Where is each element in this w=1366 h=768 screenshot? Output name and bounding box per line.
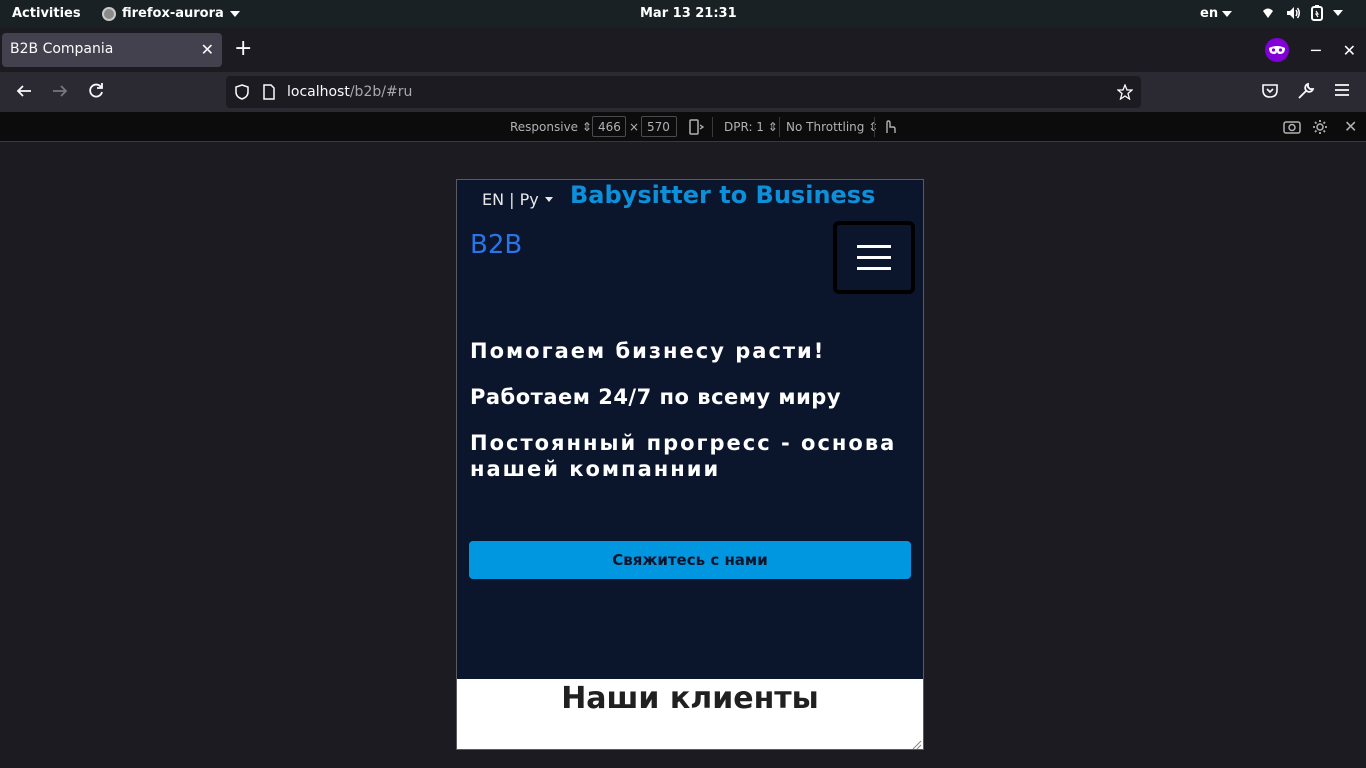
close-icon[interactable]: ✕ (201, 40, 214, 59)
wrench-icon[interactable] (1297, 82, 1315, 100)
hero-tagline: Постоянный прогресс - основа нашей компа… (470, 431, 897, 481)
url-host: localhost (287, 84, 350, 100)
contact-us-button[interactable]: Свяжитесь с нами (469, 541, 911, 579)
viewport-height-input[interactable]: 570 (641, 116, 677, 137)
menu-icon[interactable] (1334, 82, 1350, 98)
language-switch[interactable]: EN | Ру (482, 190, 553, 209)
activities-button[interactable]: Activities (12, 6, 81, 21)
tab-b2b-compania[interactable]: B2B Compania ✕ (2, 33, 222, 67)
window-controls: ─ ✕ (1264, 38, 1356, 62)
hamburger-bar (857, 245, 891, 248)
chevron-down-icon (1333, 10, 1343, 16)
keyboard-layout-menu[interactable]: en (1200, 6, 1233, 21)
hamburger-bar (857, 256, 891, 259)
hamburger-bar (857, 267, 891, 270)
private-browsing-icon (1264, 38, 1289, 62)
throttling-selector[interactable]: No Throttling ⇕ (786, 120, 878, 134)
close-window-icon[interactable]: ✕ (1343, 41, 1356, 60)
chevron-down-icon (229, 10, 240, 17)
dimension-separator: × (629, 120, 640, 134)
language-switch-label: EN | Ру (482, 190, 539, 209)
responsive-design-toolbar: Responsive ⇕ 466 × 570 DPR: 1 ⇕ No Throt… (0, 112, 1366, 142)
bookmark-star-icon[interactable] (1117, 84, 1133, 100)
hero-subheadline: Работаем 24/7 по всему миру (470, 385, 842, 409)
clients-title: Наши клиенты (561, 681, 819, 716)
keyboard-layout-label: en (1200, 6, 1219, 21)
tab-strip: B2B Compania ✕ + ─ ✕ (0, 28, 1366, 72)
screenshot-icon[interactable] (1283, 119, 1301, 135)
rotate-viewport-icon[interactable] (688, 119, 704, 135)
shield-icon[interactable] (234, 84, 250, 100)
resize-handle-icon[interactable] (912, 740, 922, 750)
forward-icon[interactable] (51, 82, 69, 100)
device-viewport: EN | Ру Babysitter to Business B2B Помог… (456, 179, 924, 750)
chevron-down-icon (1222, 10, 1233, 17)
minimize-icon[interactable]: ─ (1311, 41, 1321, 60)
url-bar[interactable]: localhost/b2b/#ru (226, 76, 1141, 108)
clients-section: Наши клиенты (457, 679, 923, 750)
settings-gear-icon[interactable] (1312, 119, 1328, 135)
device-label: Responsive (510, 120, 579, 134)
dpr-selector[interactable]: DPR: 1 ⇕ (724, 120, 778, 134)
clock[interactable]: Mar 13 21:31 (640, 6, 737, 21)
system-tray[interactable] (1260, 5, 1343, 21)
wifi-icon (1263, 8, 1273, 18)
device-selector[interactable]: Responsive ⇕ (510, 120, 592, 134)
brand-logo-link[interactable]: B2B (470, 230, 522, 260)
dpr-label: DPR: 1 (724, 120, 764, 134)
volume-icon (1287, 7, 1300, 19)
battery-icon (1311, 5, 1323, 21)
nav-toggle-button[interactable] (833, 221, 915, 294)
page-icon[interactable] (262, 84, 276, 100)
back-icon[interactable] (15, 82, 33, 100)
close-rdm-icon[interactable]: ✕ (1344, 117, 1357, 136)
throttling-label: No Throttling (786, 120, 865, 134)
touch-simulation-icon[interactable] (881, 119, 897, 135)
navigation-toolbar: localhost/b2b/#ru (0, 72, 1366, 112)
separator (874, 117, 875, 137)
url-path: /b2b/#ru (349, 84, 413, 100)
viewport-width-input[interactable]: 466 (592, 116, 626, 137)
site-title: Babysitter to Business (570, 181, 876, 209)
separator (779, 117, 780, 137)
firefox-icon (102, 6, 116, 21)
hero-headline: Помогаем бизнесу расти! (470, 339, 826, 363)
separator (712, 117, 713, 137)
tab-title: B2B Compania (10, 41, 114, 57)
system-top-bar: Activities firefox-aurora Mar 13 21:31 e… (0, 0, 1366, 28)
url-text[interactable]: localhost/b2b/#ru (287, 84, 412, 100)
app-name: firefox-aurora (122, 6, 224, 21)
pocket-icon[interactable] (1261, 82, 1279, 100)
new-tab-button[interactable]: + (234, 36, 252, 62)
chevron-down-icon (544, 197, 553, 202)
app-menu[interactable]: firefox-aurora (102, 6, 240, 21)
reload-icon[interactable] (87, 82, 105, 100)
